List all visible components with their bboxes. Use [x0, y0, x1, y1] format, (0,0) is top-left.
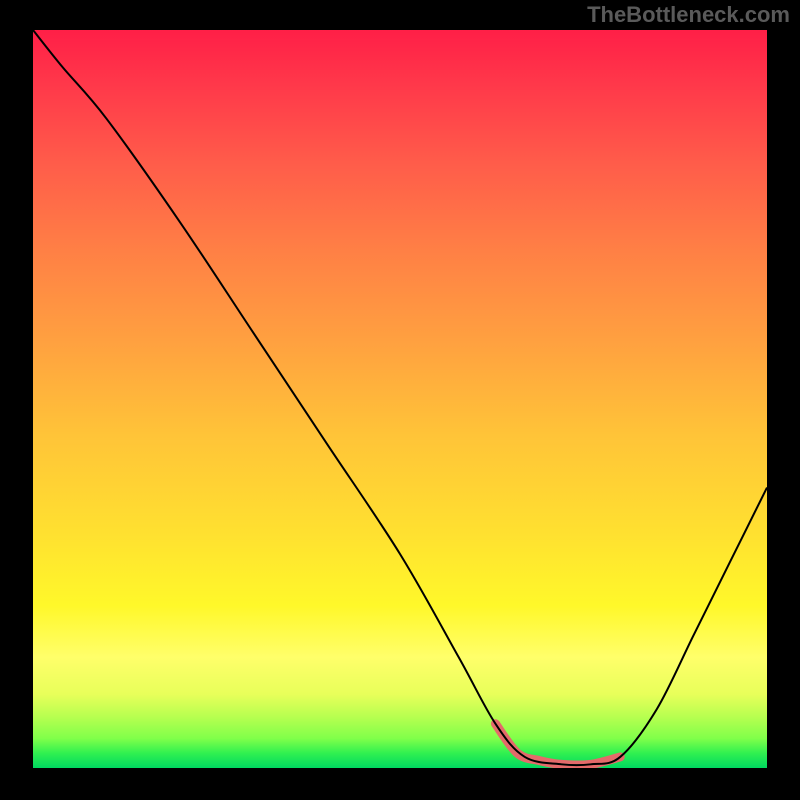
watermark-text: TheBottleneck.com: [587, 2, 790, 28]
chart-frame: TheBottleneck.com: [0, 0, 800, 800]
curve-layer: [33, 30, 767, 768]
highlight-segment: [495, 724, 620, 765]
main-curve: [33, 30, 767, 765]
plot-area: [33, 30, 767, 768]
